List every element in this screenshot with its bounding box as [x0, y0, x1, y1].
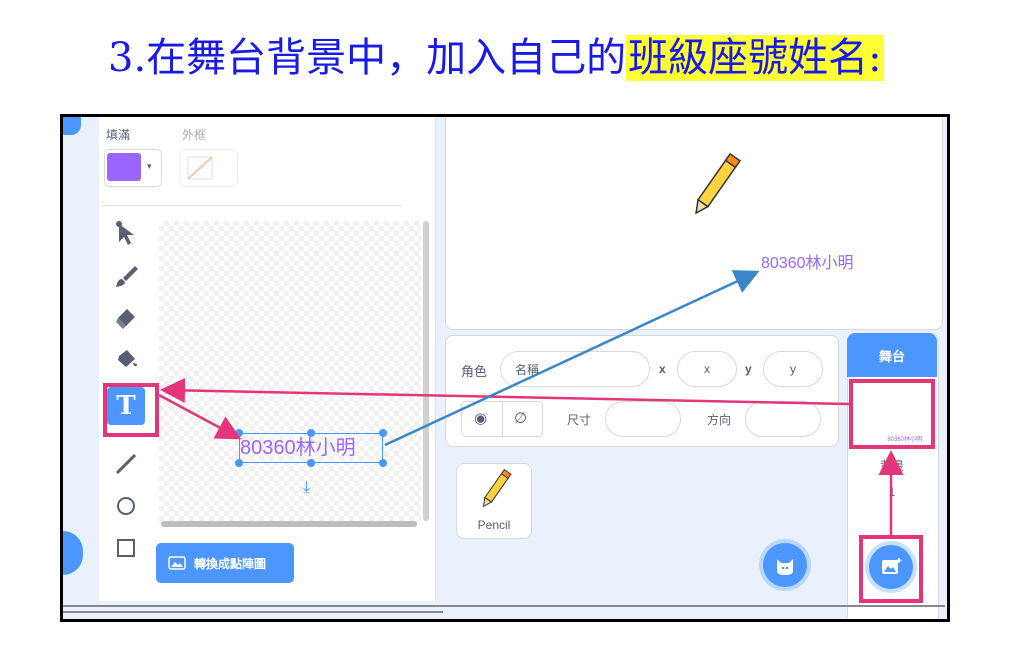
annotation-arrows	[158, 270, 904, 535]
arrow-stage-to-text-tool	[160, 377, 850, 406]
instruction-heading: 3.在舞台背景中，加入自己的班級座號姓名:	[108, 30, 884, 86]
instruction-highlight: 班級座號姓名:	[626, 35, 884, 81]
scratch-screenshot: 填滿 外框 ▾ T 80360林小明 ⤓ 轉換成點陣圖 80360林小明 角色 …	[60, 114, 950, 622]
arrow-canvas-to-stage	[384, 270, 760, 447]
instruction-text: 3.在舞台背景中，加入自己的	[108, 35, 627, 81]
arrow-tool-to-canvas	[158, 393, 242, 440]
